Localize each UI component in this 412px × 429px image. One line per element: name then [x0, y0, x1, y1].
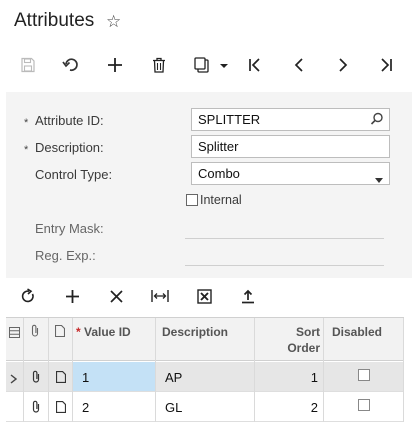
- attribute-form: * Attribute ID: SPLITTER * Description: …: [6, 92, 412, 278]
- attribute-id-label: Attribute ID:: [35, 113, 104, 128]
- disabled-checkbox[interactable]: [358, 369, 370, 381]
- attribute-id-value: SPLITTER: [198, 112, 261, 127]
- column-divider: [254, 392, 255, 422]
- entry-mask-field[interactable]: [185, 238, 384, 239]
- sort-order-line-1: Sort: [296, 325, 320, 339]
- entry-mask-label: Entry Mask:: [35, 221, 104, 236]
- description-label: Description:: [35, 140, 104, 155]
- column-divider: [23, 318, 24, 362]
- control-type-label: Control Type:: [35, 167, 113, 182]
- sort-order-cell[interactable]: 1: [311, 370, 318, 385]
- column-divider: [155, 362, 156, 392]
- sort-order-cell[interactable]: 2: [311, 400, 318, 415]
- column-divider: [403, 392, 404, 422]
- search-icon[interactable]: [370, 112, 384, 129]
- fit-to-screen-icon[interactable]: [148, 283, 172, 309]
- description-value: Splitter: [198, 139, 239, 154]
- last-record-icon[interactable]: [374, 52, 398, 78]
- column-divider: [23, 362, 24, 392]
- copy-paste-icon[interactable]: [191, 52, 231, 78]
- delete-icon[interactable]: [147, 52, 171, 78]
- note-icon[interactable]: [55, 370, 67, 388]
- description-cell[interactable]: GL: [165, 400, 182, 415]
- sort-order-line-2: Order: [287, 341, 320, 355]
- reg-exp-label: Reg. Exp.:: [35, 248, 96, 263]
- internal-label: Internal: [200, 193, 242, 207]
- column-header-sort-order[interactable]: Sort Order: [287, 325, 320, 355]
- page-title: Attributes: [14, 10, 95, 31]
- star-icon[interactable]: ☆: [106, 12, 121, 32]
- reg-exp-field[interactable]: [185, 265, 384, 266]
- attachment-icon[interactable]: [31, 370, 41, 388]
- refresh-icon[interactable]: [17, 283, 39, 309]
- description-cell[interactable]: AP: [165, 370, 182, 385]
- column-header-value-id[interactable]: Value ID: [84, 325, 131, 339]
- description-field[interactable]: Splitter: [191, 135, 390, 158]
- required-marker: *: [76, 325, 81, 339]
- table-row[interactable]: 1 AP 1: [6, 362, 404, 392]
- main-toolbar: [0, 52, 412, 78]
- previous-record-icon[interactable]: [287, 52, 311, 78]
- next-record-icon[interactable]: [331, 52, 355, 78]
- note-header-icon: [54, 324, 66, 342]
- export-excel-icon[interactable]: [193, 283, 215, 309]
- table-row[interactable]: 2 GL 2: [6, 392, 404, 422]
- undo-icon[interactable]: [59, 52, 83, 78]
- row-current-indicator-icon: [10, 371, 18, 389]
- column-divider: [254, 362, 255, 392]
- upload-icon[interactable]: [237, 283, 259, 309]
- first-record-icon[interactable]: [243, 52, 267, 78]
- chevron-down-icon[interactable]: [375, 171, 383, 186]
- column-header-description[interactable]: Description: [162, 325, 228, 339]
- attachment-header-icon: [30, 324, 40, 342]
- column-divider: [48, 362, 49, 392]
- column-divider: [72, 392, 73, 422]
- add-icon[interactable]: [103, 52, 127, 78]
- control-type-select[interactable]: Combo: [191, 162, 390, 185]
- attribute-id-field[interactable]: SPLITTER: [191, 108, 390, 131]
- row-selector-header-icon[interactable]: [9, 325, 20, 343]
- required-marker: *: [24, 117, 29, 129]
- column-divider: [72, 362, 73, 392]
- column-header-disabled[interactable]: Disabled: [332, 325, 382, 339]
- column-divider: [48, 392, 49, 422]
- column-divider: [323, 392, 324, 422]
- column-divider: [72, 318, 73, 362]
- disabled-checkbox[interactable]: [358, 399, 370, 411]
- value-id-cell[interactable]: 1: [82, 370, 89, 385]
- control-type-value: Combo: [198, 166, 240, 181]
- attachment-icon[interactable]: [31, 400, 41, 418]
- column-divider: [155, 318, 156, 362]
- column-divider: [254, 318, 255, 362]
- column-divider: [403, 362, 404, 392]
- column-divider: [403, 318, 404, 362]
- note-icon[interactable]: [55, 400, 67, 418]
- column-divider: [323, 362, 324, 392]
- internal-checkbox[interactable]: [186, 194, 198, 206]
- required-marker: *: [24, 144, 29, 156]
- grid-toolbar: [0, 283, 412, 309]
- column-divider: [155, 392, 156, 422]
- value-id-cell[interactable]: 2: [82, 400, 89, 415]
- add-row-icon[interactable]: [61, 283, 83, 309]
- column-divider: [23, 392, 24, 422]
- save-icon[interactable]: [16, 52, 40, 78]
- column-divider: [48, 318, 49, 362]
- grid-header: * Value ID Description Sort Order Disabl…: [6, 317, 404, 362]
- column-divider: [323, 318, 324, 362]
- delete-row-icon[interactable]: [105, 283, 127, 309]
